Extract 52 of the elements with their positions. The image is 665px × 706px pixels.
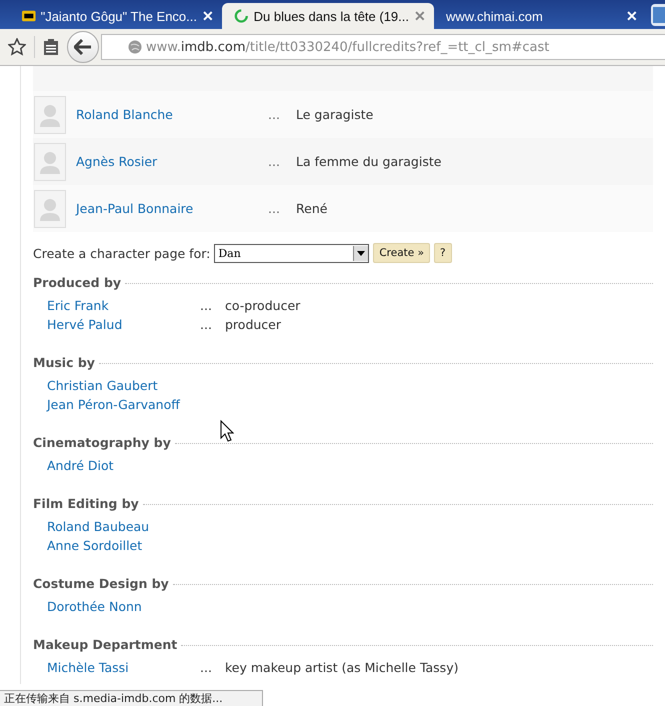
person-link[interactable]: Jean Péron-Garvanoff (47, 397, 200, 412)
character-name: Le garagiste (296, 107, 374, 122)
star-icon[interactable] (8, 38, 26, 56)
character-name: René (296, 201, 328, 216)
browser-tab[interactable]: www.chimai.com ✕ (434, 3, 646, 29)
section-heading: Music by (33, 354, 95, 370)
help-button[interactable]: ? (434, 243, 452, 263)
close-tab-button[interactable]: ✕ (626, 8, 638, 24)
actor-link[interactable]: Agnès Rosier (76, 154, 268, 169)
browser-tab[interactable]: Du blues dans la tête (19... ✕ (222, 3, 434, 29)
address-bar[interactable]: www.imdb.com/title/tt0330240/fullcredits?ref_=tt_cl_sm#cast (101, 34, 665, 60)
person-link[interactable]: André Diot (47, 458, 200, 473)
credit-role: producer (225, 317, 282, 332)
ellipsis-text: ... (268, 154, 281, 169)
caret-icon (357, 250, 366, 256)
ellipsis-text: ... (200, 298, 213, 313)
back-arrow-icon (74, 39, 92, 55)
character-dropdown[interactable]: Dan (214, 244, 370, 262)
browser-tab[interactable]: "Jaianto Gôgu" The Enco... ✕ (10, 3, 222, 29)
clipboard-icon[interactable] (43, 38, 59, 56)
person-link[interactable]: Eric Frank (47, 298, 200, 313)
section-heading: Cinematography by (33, 434, 171, 450)
person-link[interactable]: Roland Baubeau (47, 519, 200, 534)
person-link[interactable]: Michèle Tassi (47, 660, 200, 675)
mouse-cursor-icon (220, 420, 234, 442)
credit-role: co-producer (225, 298, 300, 313)
ellipsis-text: ... (200, 660, 213, 675)
globe-icon (128, 40, 142, 54)
person-link[interactable]: Christian Gaubert (47, 378, 200, 393)
section-heading: Makeup Department (33, 636, 178, 652)
back-button[interactable] (67, 31, 99, 63)
section-heading: Film Editing by (33, 496, 139, 510)
tab-icon (651, 4, 665, 26)
logo-icon (22, 9, 36, 23)
person-link[interactable]: Anne Sordoillet (47, 538, 200, 553)
close-tab-button[interactable]: ✕ (414, 8, 426, 24)
close-tab-button[interactable]: ✕ (202, 8, 214, 24)
section-heading: Produced by (33, 274, 122, 290)
section-heading: Costume Design by (33, 576, 169, 590)
loading-icon (234, 8, 249, 24)
create-button[interactable]: Create » (373, 243, 430, 263)
ellipsis-text: ... (268, 201, 281, 216)
person-link[interactable]: Dorothée Nonn (47, 599, 200, 614)
character-page-label: Create a character page for: (33, 246, 210, 260)
credit-role: key makeup artist (as Michelle Tassy) (225, 660, 458, 675)
person-link[interactable]: Hervé Palud (47, 317, 200, 332)
actor-link[interactable]: Roland Blanche (76, 107, 268, 122)
ellipsis-text: ... (200, 317, 213, 332)
actor-link[interactable]: Jean-Paul Bonnaire (76, 201, 268, 216)
character-name: La femme du garagiste (296, 154, 442, 169)
status-bar: 正在传输来自 s.media-imdb.com 的数据... (0, 690, 263, 706)
ellipsis-text: ... (268, 107, 281, 122)
